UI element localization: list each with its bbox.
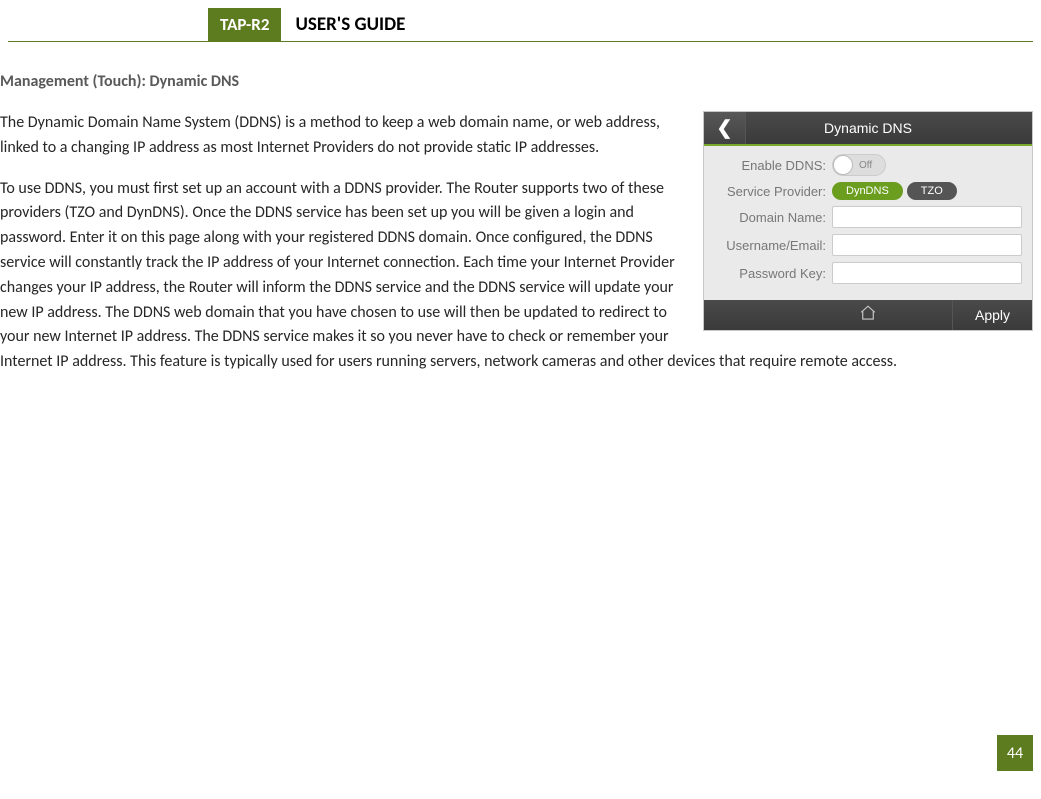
ctrl-password (832, 262, 1022, 284)
product-badge: TAP-R2 (208, 8, 281, 41)
body-wrap: ❮ Dynamic DNS Enable DDNS: Off (0, 111, 1033, 375)
device-ui-panel: ❮ Dynamic DNS Enable DDNS: Off (703, 111, 1033, 331)
device-title: Dynamic DNS (746, 120, 1032, 136)
row-enable: Enable DDNS: Off (714, 154, 1022, 176)
device-footer: Apply (704, 300, 1032, 330)
device-screenshot: ❮ Dynamic DNS Enable DDNS: Off (703, 111, 1033, 331)
section-heading: Management (Touch): Dynamic DNS (0, 72, 1033, 91)
provider-pills: DynDNS TZO (832, 182, 1022, 200)
label-provider: Service Provider: (714, 184, 832, 199)
enable-ddns-toggle[interactable]: Off (832, 154, 886, 176)
row-password: Password Key: (714, 262, 1022, 284)
document-header: TAP-R2 USER'S GUIDE (8, 8, 1033, 42)
back-button[interactable]: ❮ (704, 112, 746, 144)
toggle-off-label: Off (859, 160, 872, 171)
ctrl-enable: Off (832, 154, 1022, 176)
label-enable: Enable DDNS: (714, 158, 832, 173)
row-provider: Service Provider: DynDNS TZO (714, 182, 1022, 200)
password-key-input[interactable] (832, 262, 1022, 284)
ctrl-domain (832, 206, 1022, 228)
apply-button[interactable]: Apply (952, 300, 1032, 330)
home-icon[interactable] (859, 304, 877, 327)
label-domain: Domain Name: (714, 210, 832, 225)
toggle-knob (833, 155, 853, 175)
page-content: Management (Touch): Dynamic DNS ❮ Dynami… (0, 72, 1041, 375)
document-title: USER'S GUIDE (281, 8, 405, 41)
chevron-left-icon: ❮ (717, 117, 733, 140)
row-username: Username/Email: (714, 234, 1022, 256)
domain-name-input[interactable] (832, 206, 1022, 228)
provider-tzo-button[interactable]: TZO (907, 182, 957, 200)
page-number: 44 (997, 735, 1033, 771)
ctrl-username (832, 234, 1022, 256)
username-email-input[interactable] (832, 234, 1022, 256)
header-lead-space (8, 8, 208, 41)
row-domain: Domain Name: (714, 206, 1022, 228)
label-password: Password Key: (714, 266, 832, 281)
provider-dyndns-button[interactable]: DynDNS (832, 182, 903, 200)
device-titlebar: ❮ Dynamic DNS (704, 112, 1032, 146)
label-username: Username/Email: (714, 238, 832, 253)
device-form: Enable DDNS: Off Service Provider: DynDN… (704, 146, 1032, 300)
